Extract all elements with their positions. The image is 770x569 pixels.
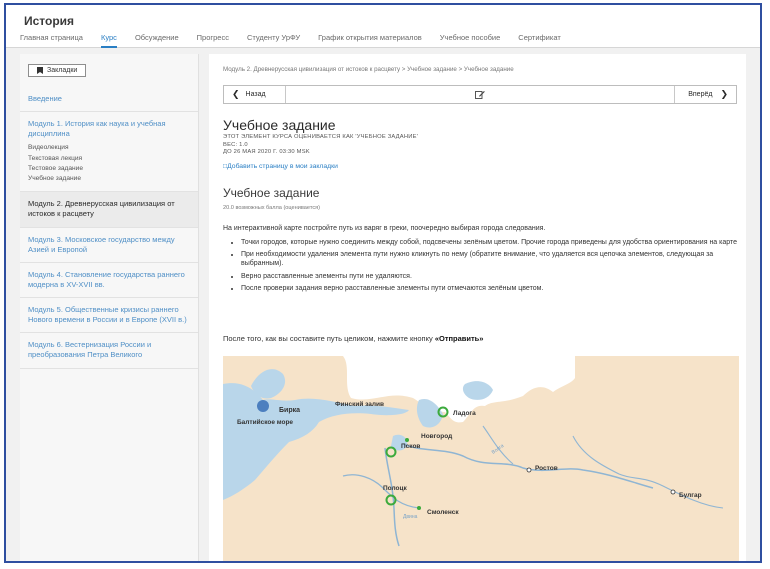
sequence-tab-current[interactable]: [286, 90, 674, 99]
grading-info: ЭТОТ ЭЛЕМЕНТ КУРСА ОЦЕНИВАЕТСЯ КАК 'УЧЕБ…: [223, 134, 418, 157]
tab-home[interactable]: Главная страница: [20, 33, 83, 48]
map-label-birka: Бирка: [279, 407, 300, 414]
add-bookmark-link[interactable]: □Добавить страницу в мои закладки: [223, 163, 338, 170]
prev-label: Назад: [245, 91, 266, 98]
sidebar-section-module-2[interactable]: Модуль 2. Древнерусская цивилизация от и…: [20, 192, 198, 228]
sidebar-section-intro[interactable]: Введение: [20, 87, 198, 113]
browser-frame: История Главная страница Курс Обсуждение…: [4, 3, 762, 563]
city-marker-smolensk[interactable]: [417, 506, 421, 510]
problem-points: 20.0 возможных балла (оценивается): [223, 205, 321, 211]
unit-title: Учебное задание: [223, 117, 336, 133]
bookmark-icon: [37, 67, 43, 74]
tab-schedule[interactable]: График открытия материалов: [318, 33, 422, 48]
city-marker-birka[interactable]: [257, 400, 269, 412]
problem-title: Учебное задание: [223, 186, 320, 200]
next-label: Вперёд: [688, 91, 713, 98]
tab-course[interactable]: Курс: [100, 33, 117, 48]
sidebar-subsection[interactable]: Тестовое задание: [28, 164, 190, 174]
map-label-baltic-sea: Балтийское море: [237, 418, 293, 426]
course-nav: Главная страница Курс Обсуждение Прогрес…: [20, 33, 561, 48]
instruction-list: Точки городов, которые нужно соединить м…: [223, 238, 746, 296]
map-label-rostov: Ростов: [535, 465, 558, 472]
list-item: После проверки задания верно расставленн…: [241, 284, 746, 293]
map-label-smolensk: Смоленск: [427, 509, 459, 516]
city-marker-bulgar[interactable]: [670, 489, 676, 495]
sidebar-section-module-5[interactable]: Модуль 5. Общественные кризисы раннего Н…: [20, 298, 198, 334]
problem-intro: На интерактивной карте постройте путь из…: [223, 225, 546, 232]
edit-icon: [475, 91, 485, 99]
chevron-right-icon: ❯: [720, 89, 728, 99]
tab-textbook[interactable]: Учебное пособие: [440, 33, 501, 48]
map-label-novgorod: Новгород: [421, 433, 452, 440]
prev-button[interactable]: ❮ Назад: [224, 86, 286, 103]
sequence-nav: ❮ Назад Вперёд ❯: [223, 85, 737, 104]
submit-instruction-text: После того, как вы составите путь целико…: [223, 334, 435, 343]
sidebar-section-module-4[interactable]: Модуль 4. Становление государства раннег…: [20, 263, 198, 298]
map-label-bulgar: Булгар: [679, 492, 702, 499]
interactive-map[interactable]: Бирка Балтийское море Финский залив Ладо…: [223, 356, 739, 561]
tab-progress[interactable]: Прогресс: [197, 33, 229, 48]
due-date: ДО 26 МАЯ 2020 Г. 03:30 MSK: [223, 149, 310, 156]
submit-instruction-button-name: «Отправить»: [434, 334, 484, 343]
submit-instruction: После того, как вы составите путь целико…: [223, 334, 483, 343]
list-item: При необходимости удаления элемента пути…: [241, 250, 746, 268]
grading-weight: ВЕС: 1.0: [223, 141, 248, 148]
course-title: История: [24, 14, 75, 28]
chevron-left-icon: ❮: [232, 89, 240, 99]
map-label-pskov: Псков: [401, 443, 420, 450]
sidebar-subsection[interactable]: Текстовая лекция: [28, 154, 190, 164]
sidebar-subsection-list: Видеолекция Текстовая лекция Тестовое за…: [28, 143, 190, 184]
grading-type: ЭТОТ ЭЛЕМЕНТ КУРСА ОЦЕНИВАЕТСЯ КАК 'УЧЕБ…: [223, 134, 418, 140]
city-marker-rostov[interactable]: [526, 467, 532, 473]
next-button[interactable]: Вперёд ❯: [674, 86, 736, 103]
breadcrumb[interactable]: Модуль 2. Древнерусская цивилизация от и…: [223, 66, 514, 73]
list-item: Точки городов, которые нужно соединить м…: [241, 238, 746, 247]
sidebar-section-module-6[interactable]: Модуль 6. Вестернизация России и преобра…: [20, 333, 198, 369]
sidebar-section-label: Модуль 1. История как наука и учебная ди…: [28, 119, 166, 139]
sidebar-section-module-3[interactable]: Модуль 3. Московское государство между А…: [20, 228, 198, 263]
sidebar-subsection[interactable]: Учебное задание: [28, 174, 190, 184]
add-bookmark-label: Добавить страницу в мои закладки: [227, 163, 338, 170]
tab-student[interactable]: Студенту УрФУ: [247, 33, 300, 48]
tab-discussion[interactable]: Обсуждение: [135, 33, 179, 48]
course-outline: Закладки Введение Модуль 1. История как …: [20, 54, 199, 561]
map-label-polotsk: Полоцк: [383, 485, 407, 492]
map-label-ladoga: Ладога: [453, 410, 476, 417]
tab-certificate[interactable]: Сертификат: [518, 33, 560, 48]
map-label-dvina: Двина: [403, 514, 418, 520]
sidebar-section-module-1[interactable]: Модуль 1. История как наука и учебная ди…: [20, 112, 198, 193]
unit-content: Модуль 2. Древнерусская цивилизация от и…: [209, 54, 746, 561]
city-marker-novgorod[interactable]: [405, 438, 409, 442]
course-header: История Главная страница Курс Обсуждение…: [6, 5, 760, 48]
map-label-finnish-gulf: Финский залив: [335, 400, 384, 408]
bookmarks-button[interactable]: Закладки: [28, 64, 87, 77]
bookmarks-label: Закладки: [47, 67, 78, 74]
sidebar-subsection[interactable]: Видеолекция: [28, 143, 190, 153]
list-item: Верно расставленные элементы пути не уда…: [241, 272, 746, 281]
